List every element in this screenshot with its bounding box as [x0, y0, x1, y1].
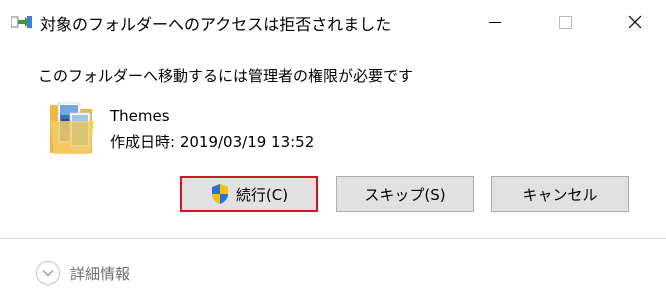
- permission-message: このフォルダーへ移動するには管理者の権限が必要です: [38, 67, 414, 85]
- close-icon: [628, 15, 642, 29]
- expand-circle: [36, 261, 60, 285]
- close-button[interactable]: [611, 0, 659, 44]
- minimize-icon: [489, 21, 501, 23]
- more-details-label: 詳細情報: [70, 264, 131, 283]
- item-name: Themes: [110, 107, 170, 125]
- maximize-icon: [558, 15, 572, 29]
- uac-shield-icon: [211, 184, 228, 204]
- title-bar: 対象のフォルダーへのアクセスは拒否されました: [0, 0, 666, 44]
- more-details-toggle[interactable]: 詳細情報: [36, 259, 130, 287]
- continue-button[interactable]: 続行(C): [180, 176, 318, 212]
- window-title: 対象のフォルダーへのアクセスは拒否されました: [40, 15, 392, 34]
- maximize-button[interactable]: [541, 0, 589, 44]
- skip-label: スキップ(S): [364, 185, 446, 204]
- divider: [0, 238, 666, 239]
- file-move-icon: [11, 16, 32, 28]
- cancel-label: キャンセル: [522, 185, 598, 204]
- minimize-button[interactable]: [471, 0, 519, 44]
- skip-button[interactable]: スキップ(S): [336, 176, 474, 212]
- cancel-button[interactable]: キャンセル: [491, 176, 629, 212]
- item-created-date: 作成日時: 2019/03/19 13:52: [110, 133, 315, 151]
- chevron-down-icon: [42, 270, 54, 277]
- folder-icon: [50, 102, 94, 154]
- continue-label: 続行(C): [235, 185, 289, 204]
